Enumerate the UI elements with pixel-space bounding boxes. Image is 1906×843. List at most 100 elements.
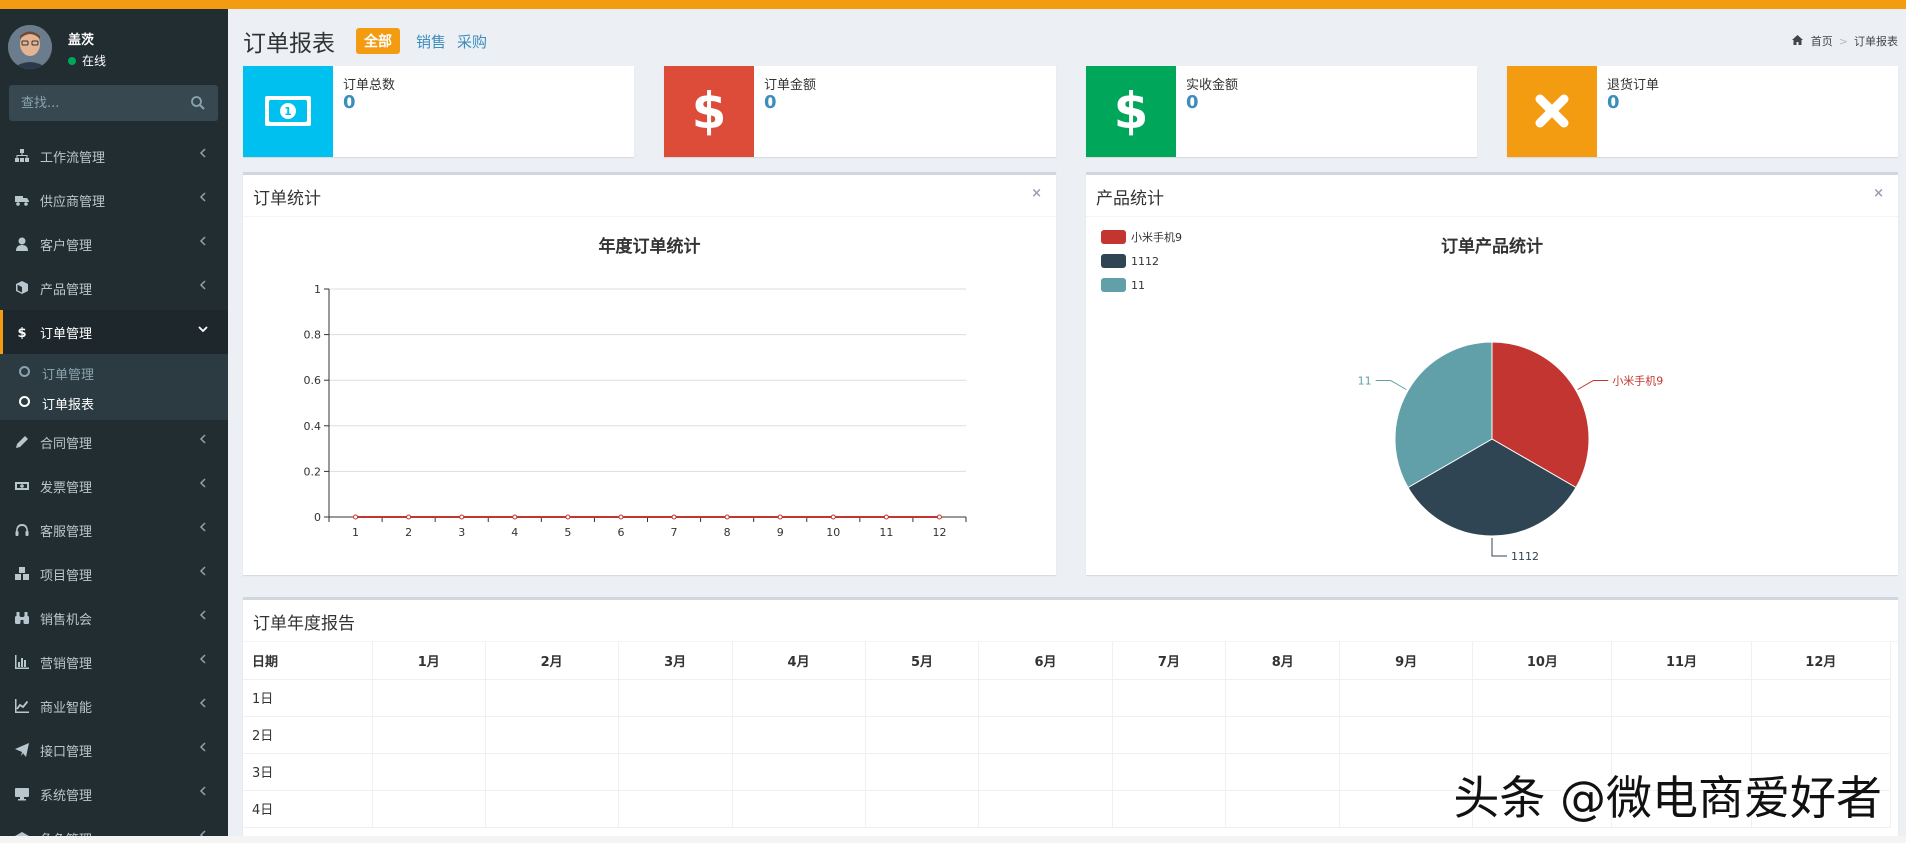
info-box-value: 0	[343, 92, 356, 113]
data-point	[777, 514, 783, 520]
binoculars-icon	[15, 611, 29, 625]
svg-text:$: $	[17, 326, 26, 339]
watermark: 头条 @微电商爱好者	[1453, 771, 1882, 825]
home-icon[interactable]	[1792, 35, 1804, 48]
y-tick-label: 0.2	[304, 465, 322, 478]
search-input[interactable]	[9, 85, 179, 121]
data-point	[883, 514, 889, 520]
sidebar-item[interactable]: $ 订单管理	[0, 310, 228, 354]
sidebar-item[interactable]: 系统管理	[0, 772, 228, 816]
sidebar-item[interactable]: 接口管理	[0, 728, 228, 772]
data-point	[406, 514, 412, 520]
desktop-icon	[15, 787, 29, 801]
info-box-label: 订单金额	[764, 78, 817, 93]
x-tick-label: 2	[405, 526, 412, 539]
sidebar-item[interactable]: 营销管理	[0, 640, 228, 684]
sidebar-subitem[interactable]: 订单报表	[0, 387, 228, 417]
slice-label-line	[1577, 380, 1609, 390]
cube-icon	[15, 281, 29, 295]
pie-chart: 小米手机9 1112 11 小米手机9 1112 11	[1101, 230, 1663, 563]
sidebar-item[interactable]: 销售机会	[0, 596, 228, 640]
sidebar-subitem-label: 订单报表	[42, 398, 95, 413]
table-cell	[732, 790, 866, 828]
info-box-value: 0	[1186, 92, 1199, 113]
row-date-cell: 3日	[243, 753, 374, 791]
chevron-left-icon	[198, 741, 208, 756]
table-cell	[1225, 790, 1341, 828]
sidebar-item[interactable]: 合同管理	[0, 420, 228, 464]
slice-label: 11	[1358, 375, 1372, 388]
legend-swatch	[1101, 278, 1126, 292]
column-header: 10月	[1472, 642, 1613, 680]
sidebar-menu: 工作流管理 供应商管理 客户管理 产品管理 $ 订单管理 订单管理 订单报表 合同管理 发票管理客…	[0, 134, 228, 843]
x-tick-label: 11	[879, 526, 893, 539]
breadcrumb-current: 订单报表	[1854, 35, 1898, 48]
chevron-left-icon	[198, 565, 208, 580]
slice-label: 1112	[1511, 550, 1539, 563]
table-cell	[485, 716, 619, 754]
table-cell	[1472, 679, 1613, 717]
table-cell	[1225, 679, 1341, 717]
sidebar-item-label: 接口管理	[40, 745, 93, 760]
sidebar-item[interactable]: 商业智能	[0, 684, 228, 728]
column-header: 9月	[1339, 642, 1474, 680]
legend-label: 1112	[1131, 255, 1159, 268]
times-icon	[1507, 66, 1597, 157]
breadcrumb-home[interactable]: 首页	[1811, 35, 1833, 48]
sidebar-item[interactable]: 客服管理	[0, 508, 228, 552]
info-box-value: 0	[764, 92, 777, 113]
sidebar-item[interactable]: 产品管理	[0, 266, 228, 310]
sidebar-item-label: 工作流管理	[40, 151, 106, 166]
legend-label: 11	[1131, 279, 1145, 292]
x-tick-label: 1	[352, 526, 359, 539]
sidebar-item[interactable]: 供应商管理	[0, 178, 228, 222]
sidebar-item-label: 客户管理	[40, 239, 93, 254]
chevron-left-icon	[198, 521, 208, 536]
slice-label-line	[1491, 538, 1507, 557]
sidebar-subitem[interactable]: 订单管理	[0, 357, 228, 387]
sidebar-item[interactable]: 项目管理	[0, 552, 228, 596]
x-tick-label: 3	[458, 526, 465, 539]
search-icon[interactable]	[190, 95, 206, 111]
table-cell	[978, 679, 1113, 717]
user-icon	[15, 237, 29, 251]
dollar-icon: $	[664, 66, 754, 157]
info-box-total-orders: 1 订单总数 0	[243, 66, 634, 157]
tab-all[interactable]: 全部	[356, 28, 400, 54]
info-box-label: 退货订单	[1607, 78, 1660, 93]
table-cell	[1611, 716, 1752, 754]
line-chart-icon	[15, 699, 29, 713]
table-cell	[732, 716, 866, 754]
chevron-left-icon	[198, 697, 208, 712]
table-row: 2日	[243, 716, 1892, 754]
x-tick-label: 10	[826, 526, 840, 539]
table-cell	[978, 753, 1113, 791]
table-cell	[865, 753, 980, 791]
box-title: 订单年度报告	[253, 614, 355, 634]
headphones-icon	[15, 523, 29, 537]
sidebar-item[interactable]: 发票管理	[0, 464, 228, 508]
table-cell	[978, 790, 1113, 828]
table-header-row: 日期 1月 2月 3月 4月 5月 6月 7月 8月 9月 10月 11月 12月	[243, 642, 1892, 680]
tab-purchase[interactable]: 采购	[457, 31, 487, 52]
avatar[interactable]	[8, 25, 52, 69]
paper-plane-icon	[15, 743, 29, 757]
user-status-label: 在线	[82, 54, 107, 68]
column-header: 5月	[865, 642, 980, 680]
order-stats-box: 订单统计 × 年度订单统计 0 0.2 0.4 0.6 0.8 1 1 2 3 4 5 6 7 8 9 10 1…	[243, 172, 1056, 575]
bar-chart-icon	[15, 655, 29, 669]
table-cell	[1112, 790, 1227, 828]
sidebar-item[interactable]: 客户管理	[0, 222, 228, 266]
sidebar-item[interactable]: 工作流管理	[0, 134, 228, 178]
table-cell	[1751, 679, 1892, 717]
data-point	[512, 514, 518, 520]
table-cell	[1751, 716, 1892, 754]
chevron-left-icon	[198, 477, 208, 492]
tab-sales[interactable]: 销售	[416, 31, 446, 52]
circle-icon	[19, 396, 30, 407]
column-header: 2月	[485, 642, 619, 680]
sidebar-submenu: 订单管理订单报表	[0, 354, 228, 420]
sidebar-item-label: 系统管理	[40, 789, 93, 804]
table-cell	[1112, 753, 1227, 791]
data-point	[459, 514, 465, 520]
